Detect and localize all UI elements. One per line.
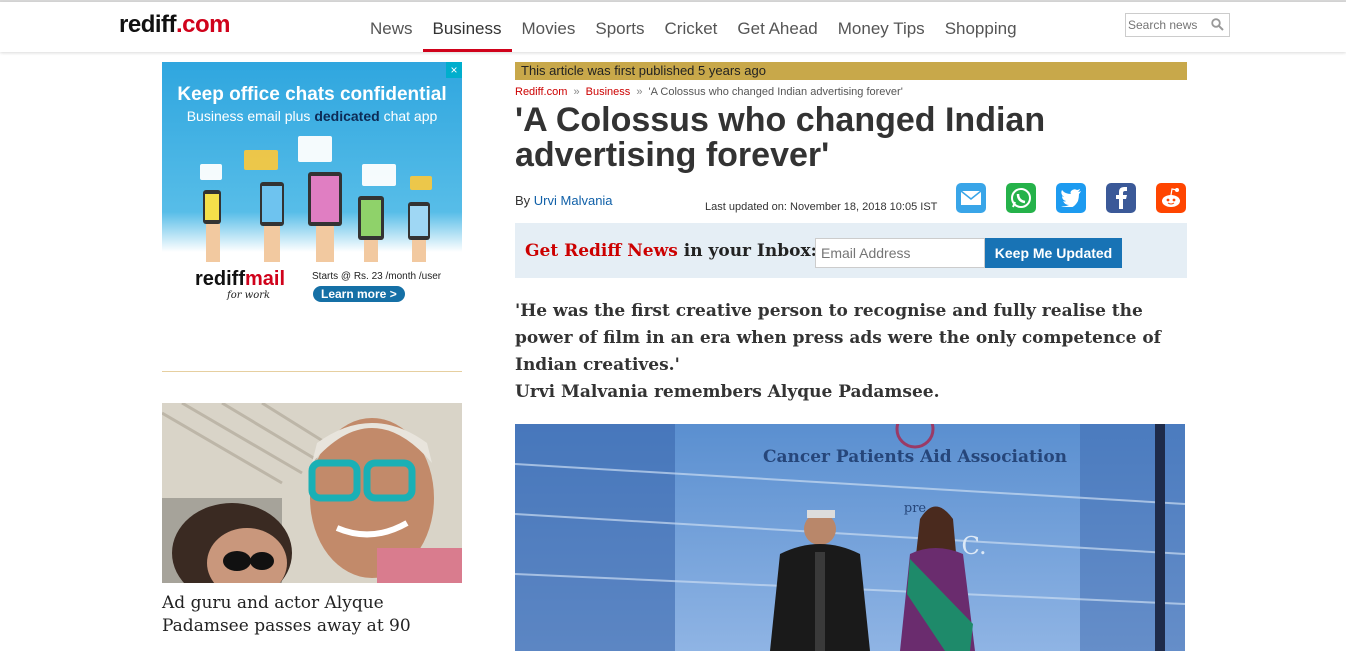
nav-get-ahead[interactable]: Get Ahead	[727, 2, 827, 52]
ad-headline: Keep office chats confidential	[177, 84, 447, 105]
hero-sign-text-2: pre	[904, 501, 927, 516]
sidebar-divider	[162, 371, 462, 372]
search-box	[1125, 13, 1230, 37]
breadcrumb-current: 'A Colossus who changed Indian advertisi…	[648, 86, 903, 98]
ad-close-icon[interactable]: ×	[446, 62, 462, 78]
email-field[interactable]	[815, 238, 985, 268]
breadcrumb-home[interactable]: Rediff.com	[515, 86, 567, 98]
article-intro: 'He was the first creative person to rec…	[515, 298, 1187, 406]
logo-text: rediff	[119, 11, 177, 38]
nav-cricket[interactable]: Cricket	[655, 2, 728, 52]
published-notice: This article was first published 5 years…	[515, 62, 1187, 80]
nav-business[interactable]: Business	[422, 2, 512, 52]
ad-subheadline: Business email plus dedicated chat app	[186, 108, 438, 124]
hero-sign-text: Cancer Patients Aid Association	[763, 447, 1067, 467]
rediff-logo[interactable]: rediff.com	[119, 11, 231, 39]
article-hero-image: Cancer Patients Aid Association pre mi C…	[515, 424, 1185, 651]
ad-price: Starts @ Rs. 23 /month /user	[312, 271, 442, 282]
ad-brand: rediffmail	[195, 268, 286, 290]
nav-movies[interactable]: Movies	[512, 2, 586, 52]
email-share-icon[interactable]	[956, 183, 986, 213]
byline-prefix: By	[515, 193, 531, 208]
article-title: 'A Colossus who changed Indian advertisi…	[515, 101, 1046, 174]
sidebar-story-image[interactable]	[162, 403, 462, 583]
newsletter-label: Get Rediff News in your Inbox:	[525, 241, 817, 261]
last-updated: Last updated on: November 18, 2018 10:05…	[705, 201, 938, 213]
event-photo: Cancer Patients Aid Association pre mi C…	[515, 424, 1185, 651]
intro-line: Urvi Malvania remembers Alyque Padamsee.	[515, 382, 940, 402]
byline: By Urvi Malvania	[515, 193, 613, 208]
nav-news[interactable]: News	[360, 2, 423, 52]
search-input[interactable]	[1126, 14, 1208, 35]
advertisement-banner[interactable]: × Keep office chats confidential Busines…	[162, 62, 462, 312]
author-link[interactable]: Urvi Malvania	[534, 193, 613, 208]
reddit-share-icon[interactable]	[1156, 183, 1186, 213]
logo-suffix: .com	[176, 11, 231, 38]
facebook-share-icon[interactable]	[1106, 183, 1136, 213]
newsletter-signup: Get Rediff News in your Inbox: Keep Me U…	[515, 223, 1187, 278]
breadcrumb-separator: »	[573, 86, 580, 98]
share-bar	[956, 183, 1186, 213]
breadcrumb: Rediff.com » Business » 'A Colossus who …	[515, 86, 903, 98]
nav-money-tips[interactable]: Money Tips	[828, 2, 935, 52]
twitter-share-icon[interactable]	[1056, 183, 1086, 213]
phones-illustration	[200, 136, 432, 262]
site-header: rediff.com News Business Movies Sports C…	[0, 2, 1346, 52]
sidebar-story-caption[interactable]: Ad guru and actor Alyque Padamsee passes…	[162, 592, 462, 638]
breadcrumb-separator: »	[636, 86, 643, 98]
main-nav: News Business Movies Sports Cricket Get …	[360, 2, 1027, 52]
selfie-photo	[162, 403, 462, 583]
nav-shopping[interactable]: Shopping	[935, 2, 1027, 52]
whatsapp-share-icon[interactable]	[1006, 183, 1036, 213]
breadcrumb-business[interactable]: Business	[586, 86, 631, 98]
ad-brand-tag: for work	[227, 290, 271, 301]
nav-sports[interactable]: Sports	[585, 2, 654, 52]
ad-learn-more-button[interactable]: Learn more >	[313, 286, 405, 302]
intro-quote: 'He was the first creative person to rec…	[515, 301, 1161, 375]
search-icon[interactable]	[1211, 18, 1224, 31]
keep-me-updated-button[interactable]: Keep Me Updated	[985, 238, 1122, 268]
